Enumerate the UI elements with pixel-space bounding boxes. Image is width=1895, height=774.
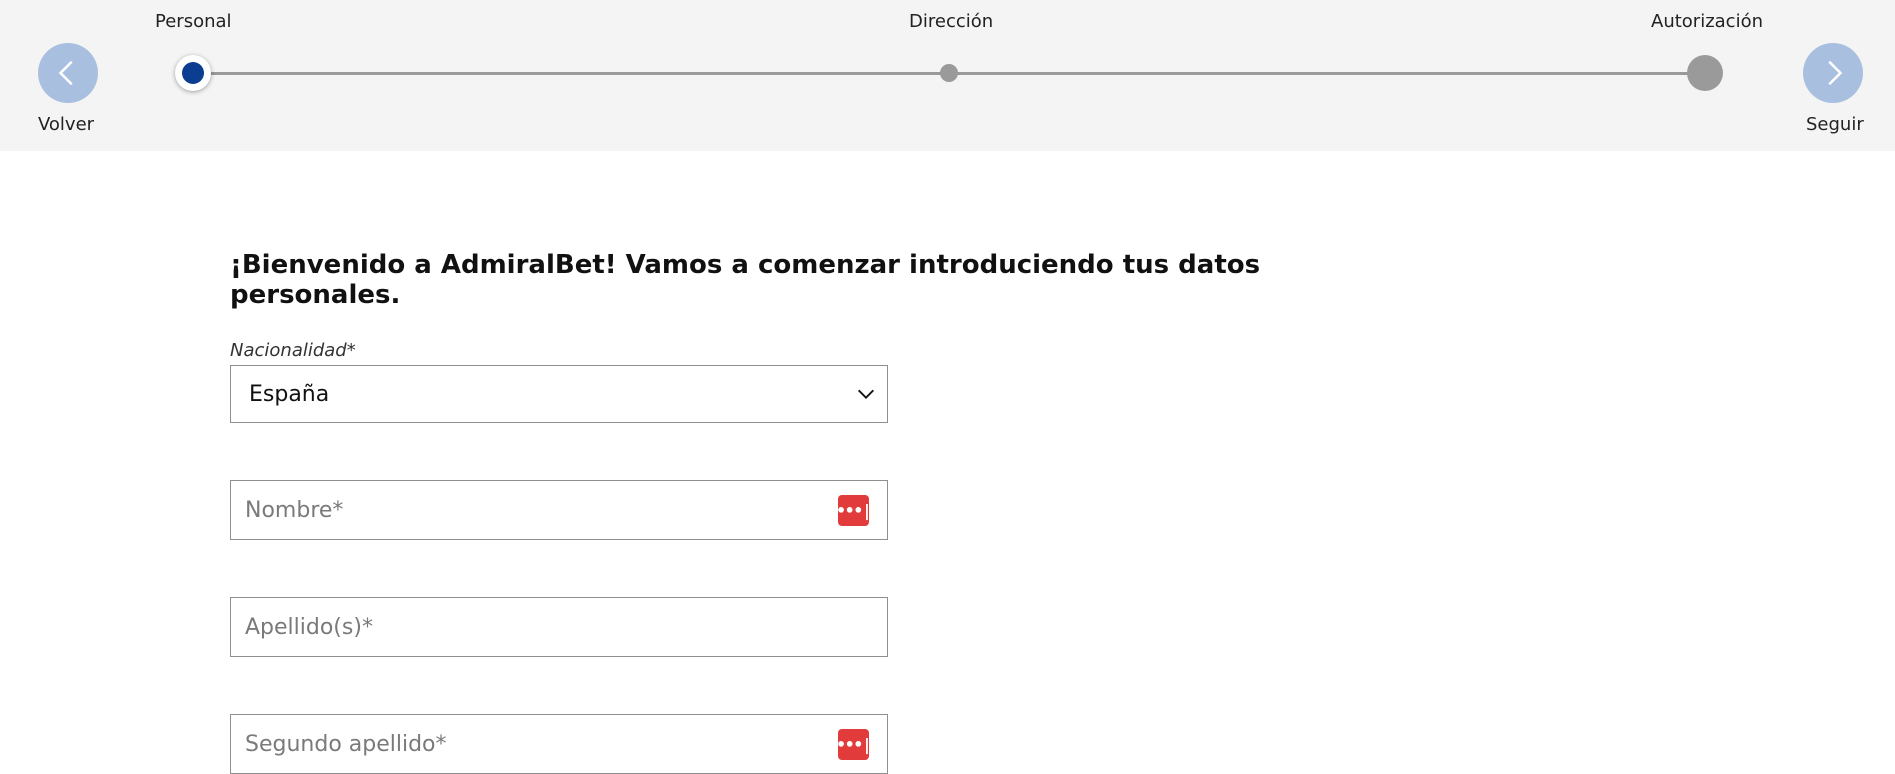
nationality-label: Nacionalidad*	[230, 340, 356, 361]
personal-data-form: ¡Bienvenido a AdmiralBet! Vamos a comenz…	[230, 250, 1330, 774]
chevron-right-icon	[1828, 60, 1843, 86]
password-manager-icon[interactable]: •••|	[836, 494, 872, 526]
step-label-autorizacion: Autorización	[1651, 11, 1763, 32]
next-button[interactable]	[1803, 43, 1863, 103]
second-last-name-field[interactable]: •••|	[230, 714, 888, 774]
chevron-down-icon	[858, 389, 874, 399]
next-label[interactable]: Seguir	[1806, 114, 1864, 135]
step-label-direccion: Dirección	[909, 11, 994, 32]
step-dot-personal	[175, 55, 211, 91]
step-label-personal: Personal	[155, 11, 232, 32]
nationality-value: España	[249, 381, 330, 407]
back-button[interactable]	[38, 43, 98, 103]
registration-stepper: Volver Personal Dirección Autorización S…	[0, 0, 1895, 151]
step-dot-autorizacion	[1687, 55, 1723, 91]
password-manager-icon[interactable]: •••|	[836, 728, 872, 760]
nationality-select[interactable]: España	[230, 365, 888, 423]
last-name-input[interactable]	[243, 613, 767, 641]
first-name-input[interactable]	[243, 496, 767, 524]
back-label[interactable]: Volver	[38, 114, 94, 135]
second-last-name-input[interactable]	[243, 730, 767, 758]
step-dot-direccion	[940, 64, 958, 82]
last-name-field[interactable]	[230, 597, 888, 657]
welcome-heading: ¡Bienvenido a AdmiralBet! Vamos a comenz…	[230, 250, 1261, 310]
first-name-field[interactable]: •••|	[230, 480, 888, 540]
chevron-left-icon	[58, 60, 73, 86]
